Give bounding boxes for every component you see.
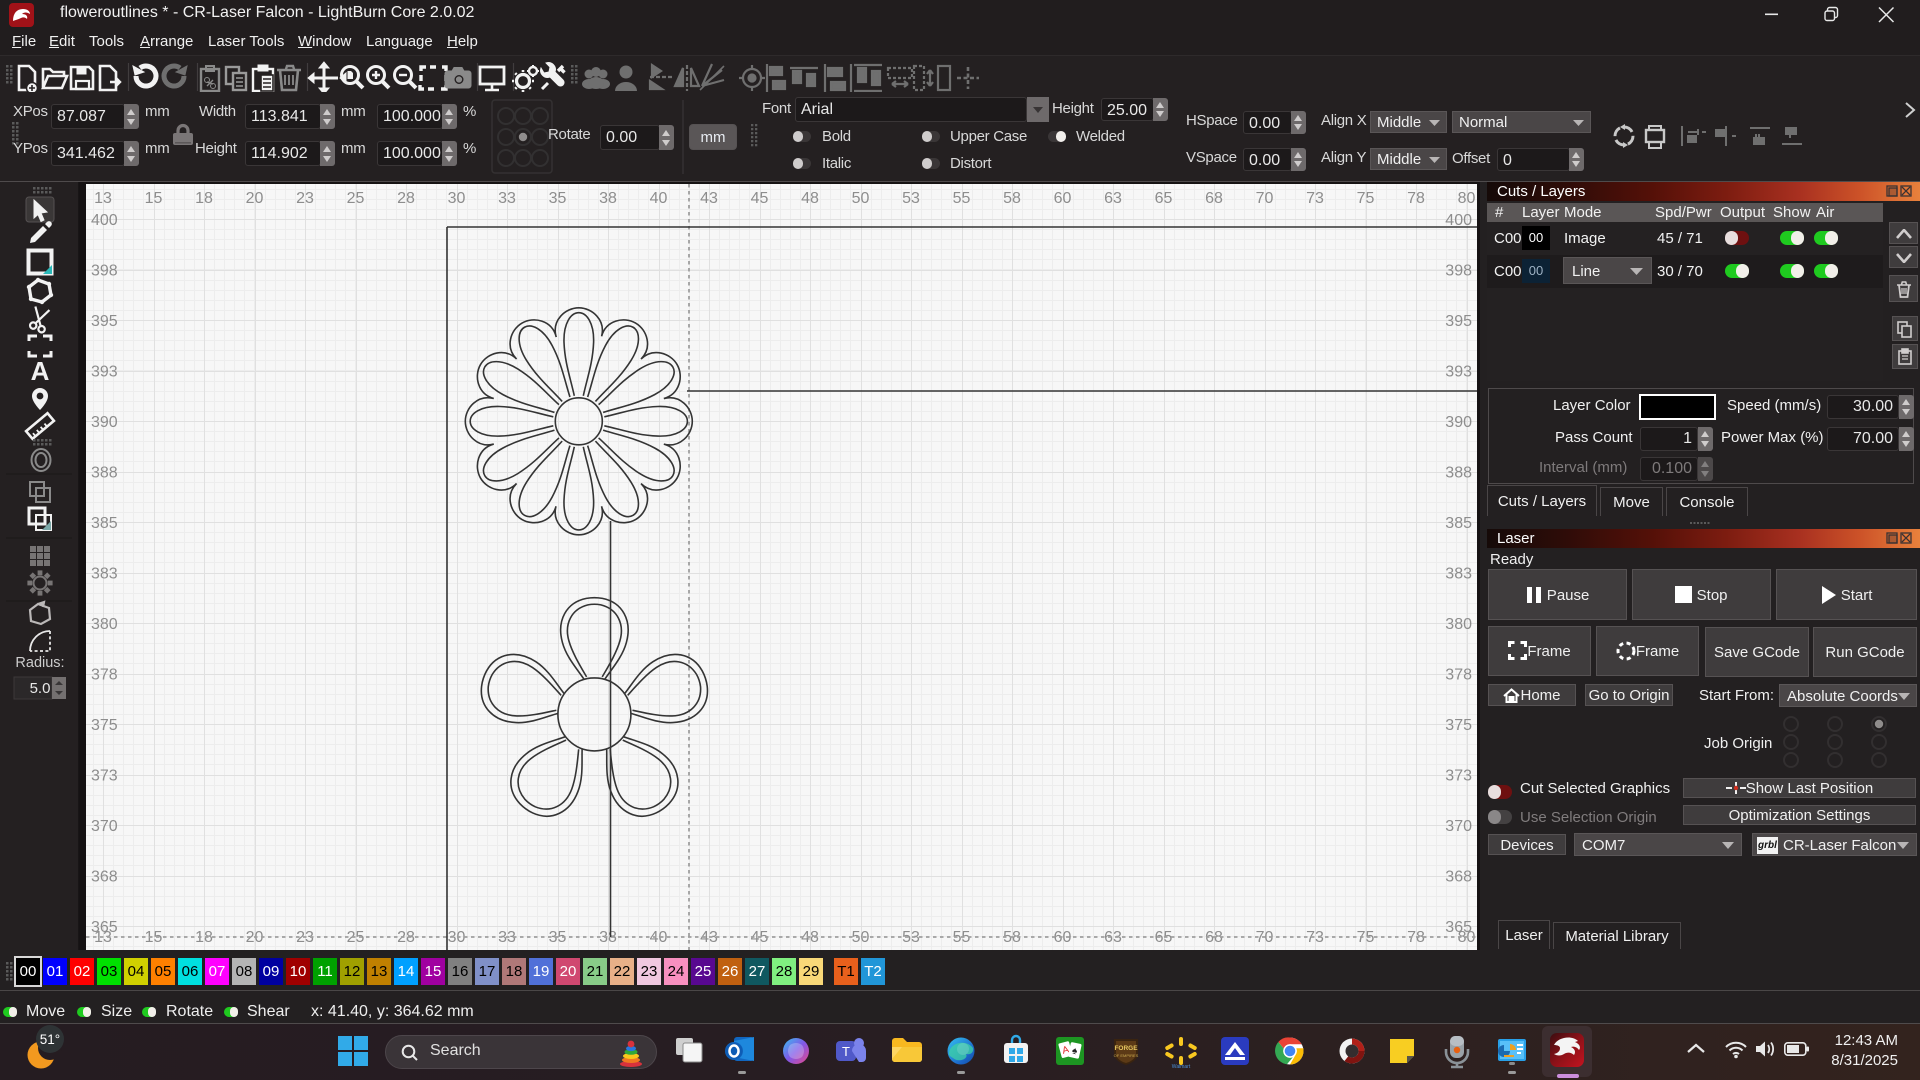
svg-text:370: 370 (91, 818, 118, 835)
svg-text:385: 385 (1445, 515, 1472, 532)
svg-text:35: 35 (549, 190, 567, 207)
svg-text:68: 68 (1205, 190, 1223, 207)
svg-text:390: 390 (91, 414, 118, 431)
svg-text:48: 48 (801, 190, 819, 207)
svg-text:368: 368 (91, 869, 118, 886)
svg-text:Radius:: Radius: (15, 655, 64, 671)
svg-text:53: 53 (902, 190, 920, 207)
svg-text:380: 380 (1445, 616, 1472, 633)
svg-text:368: 368 (1445, 869, 1472, 886)
svg-text:53: 53 (902, 929, 920, 946)
svg-text:50: 50 (852, 190, 870, 207)
svg-text:393: 393 (1445, 364, 1472, 381)
svg-text:T: T (842, 1044, 850, 1059)
svg-text:58: 58 (1003, 190, 1021, 207)
svg-text:38: 38 (599, 190, 617, 207)
svg-text:18: 18 (195, 929, 213, 946)
svg-text:375: 375 (91, 717, 118, 734)
svg-text:378: 378 (1445, 667, 1472, 684)
svg-text:385: 385 (91, 515, 118, 532)
svg-text:5.0: 5.0 (30, 680, 51, 697)
svg-text:33: 33 (498, 190, 516, 207)
svg-text:30: 30 (448, 190, 466, 207)
svg-text:13: 13 (94, 190, 112, 207)
svg-text:20: 20 (246, 190, 264, 207)
svg-text:395: 395 (91, 313, 118, 330)
svg-text:375: 375 (1445, 717, 1472, 734)
svg-text:FORGE: FORGE (1114, 1045, 1138, 1052)
svg-text:18: 18 (195, 190, 213, 207)
svg-text:370: 370 (1445, 818, 1472, 835)
svg-text:50: 50 (852, 929, 870, 946)
svg-text:15: 15 (145, 190, 163, 207)
svg-text:28: 28 (397, 929, 415, 946)
svg-text:40: 40 (650, 929, 668, 946)
svg-text:55: 55 (953, 190, 971, 207)
svg-text:400: 400 (91, 212, 118, 229)
svg-text:OF EMPIRES: OF EMPIRES (1114, 1053, 1139, 1058)
svg-text:390: 390 (1445, 414, 1472, 431)
svg-text:365: 365 (1445, 919, 1472, 936)
svg-text:395: 395 (1445, 313, 1472, 330)
svg-text:75: 75 (1357, 929, 1375, 946)
svg-text:398: 398 (91, 263, 118, 280)
svg-text:70: 70 (1256, 190, 1274, 207)
svg-text:Walmart: Walmart (1172, 1064, 1191, 1070)
svg-text:78: 78 (1407, 190, 1425, 207)
svg-text:380: 380 (91, 616, 118, 633)
svg-text:15: 15 (145, 929, 163, 946)
svg-text:51°: 51° (40, 1032, 60, 1047)
svg-text:40: 40 (650, 190, 668, 207)
svg-text:A: A (31, 356, 50, 386)
svg-text:28: 28 (397, 190, 415, 207)
svg-text:63: 63 (1104, 929, 1122, 946)
svg-text:65: 65 (1155, 190, 1173, 207)
svg-text:373: 373 (91, 768, 118, 785)
svg-text:63: 63 (1104, 190, 1122, 207)
svg-text:373: 373 (1445, 768, 1472, 785)
svg-text:398: 398 (1445, 263, 1472, 280)
svg-text:80: 80 (1458, 190, 1476, 207)
svg-text:23: 23 (296, 190, 314, 207)
svg-text:73: 73 (1306, 190, 1324, 207)
svg-text:25: 25 (347, 190, 365, 207)
svg-text:378: 378 (91, 667, 118, 684)
svg-text:45: 45 (751, 190, 769, 207)
svg-text:383: 383 (91, 566, 118, 583)
svg-text:365: 365 (91, 919, 118, 936)
svg-text:383: 383 (1445, 566, 1472, 583)
svg-text:43: 43 (700, 190, 718, 207)
svg-text:388: 388 (91, 465, 118, 482)
svg-text:75: 75 (1357, 190, 1375, 207)
svg-text:388: 388 (1445, 465, 1472, 482)
svg-text:393: 393 (91, 364, 118, 381)
svg-text:60: 60 (1054, 190, 1072, 207)
